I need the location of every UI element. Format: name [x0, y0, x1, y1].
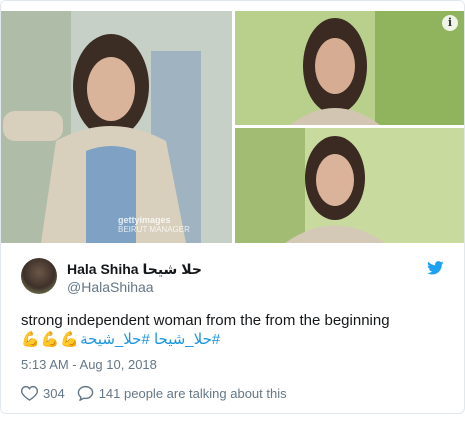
tweet-text-line1: strong independent woman from the from t… — [21, 312, 390, 329]
tweet-media[interactable]: gettyimages BEIRUT MANAGER i — [1, 1, 464, 245]
info-icon[interactable]: i — [442, 15, 458, 31]
photo-main-illustration — [1, 11, 232, 243]
like-button[interactable]: 304 — [21, 385, 65, 401]
hashtag-links[interactable]: #حلا_شيحا #حلا_شيحة — [80, 330, 220, 349]
embedded-tweet-card: gettyimages BEIRUT MANAGER i Hala Shiha … — [0, 0, 465, 414]
speech-bubble-icon — [77, 385, 93, 401]
reply-button[interactable]: 141 people are talking about this — [77, 385, 287, 401]
talking-about-text: 141 people are talking about this — [98, 385, 287, 401]
twitter-bird-icon[interactable] — [427, 261, 444, 275]
getty-watermark: gettyimages BEIRUT MANAGER — [118, 215, 190, 235]
display-name[interactable]: Hala Shiha حلا شيحا — [67, 261, 202, 278]
avatar[interactable] — [21, 258, 57, 294]
user-handle[interactable]: @HalaShihaa — [67, 279, 154, 295]
photo-bottom-right-illustration — [235, 128, 464, 243]
tweet-body: Hala Shiha حلا شيحا @HalaShihaa strong i… — [1, 245, 464, 413]
tweet-text: strong independent woman from the from t… — [21, 311, 451, 349]
heart-icon — [21, 385, 38, 401]
watermark-credit: BEIRUT MANAGER — [118, 225, 190, 234]
tweet-actions: 304 141 people are talking about this — [21, 385, 287, 401]
watermark-brand: gettyimages — [118, 215, 171, 225]
flexed-biceps-emoji: 💪 — [60, 331, 80, 348]
photo-top-right-illustration — [235, 11, 464, 125]
photo-top-right[interactable] — [235, 11, 464, 125]
flexed-biceps-emoji: 💪 — [40, 331, 60, 348]
tweet-text-line2: 💪 💪 💪 #حلا_شيحا #حلا_شيحة — [21, 330, 451, 349]
photo-bottom-right[interactable] — [235, 128, 464, 243]
photo-main[interactable]: gettyimages BEIRUT MANAGER — [1, 11, 232, 243]
tweet-timestamp[interactable]: 5:13 AM - Aug 10, 2018 — [21, 357, 157, 372]
likes-count: 304 — [43, 385, 65, 401]
flexed-biceps-emoji: 💪 — [21, 331, 40, 348]
